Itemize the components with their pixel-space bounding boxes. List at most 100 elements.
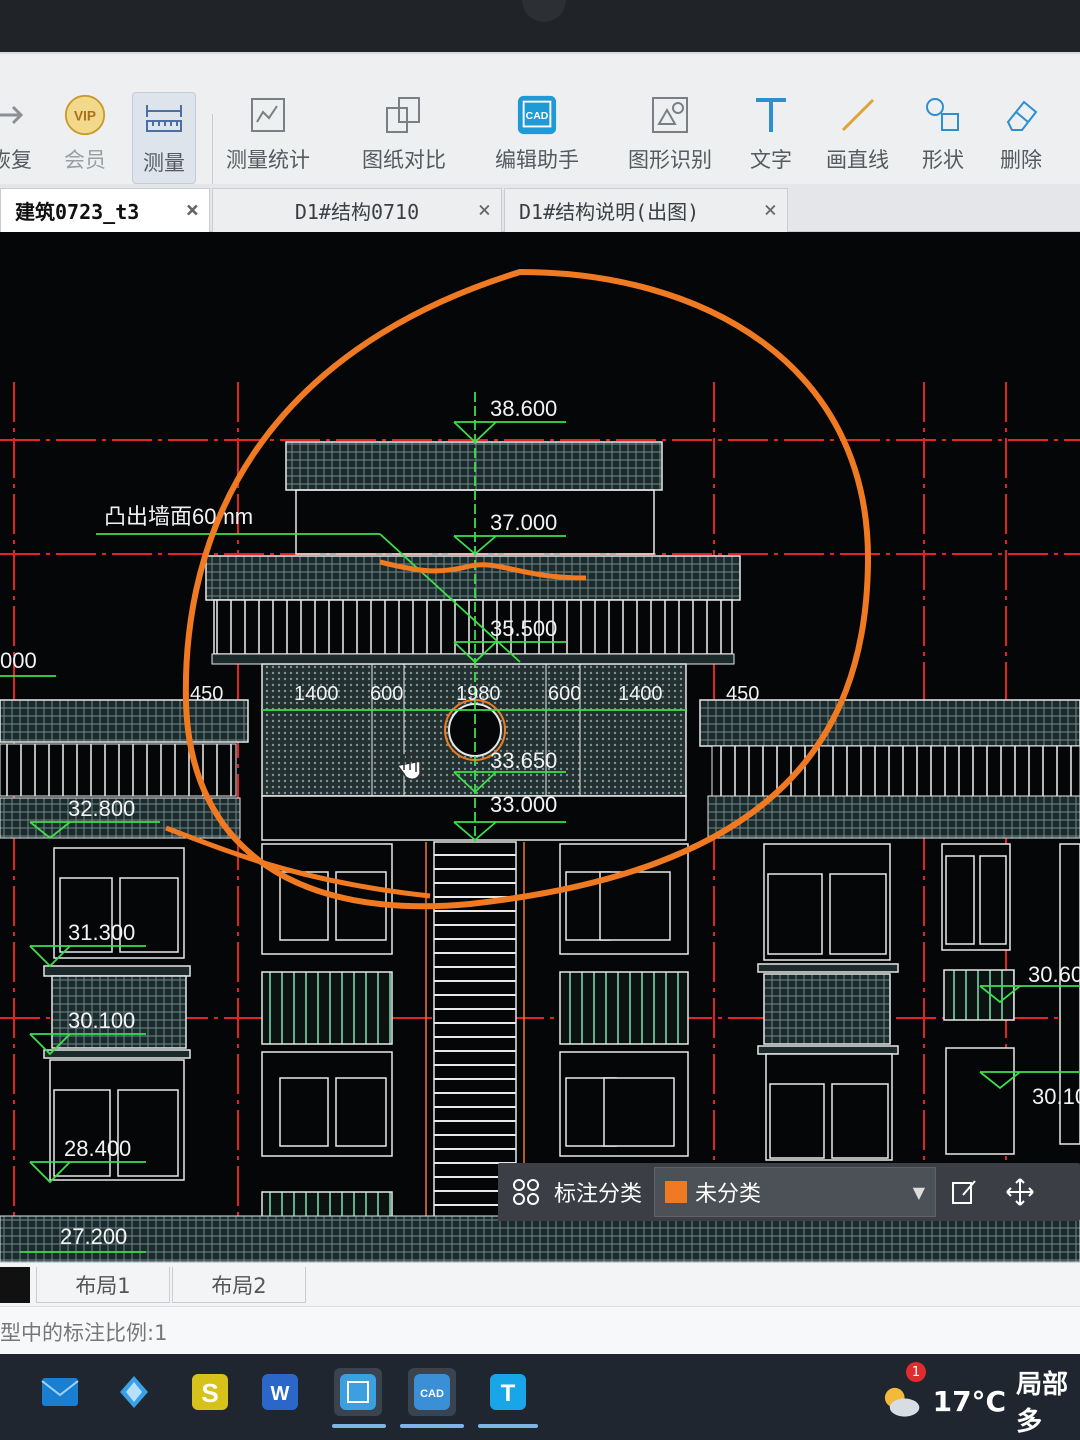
- wall-projection-note: 凸出墙面60mm: [104, 504, 253, 529]
- elevation-label: 33.000: [490, 792, 557, 817]
- svg-text:CAD: CAD: [420, 1388, 444, 1400]
- cad-app-icon[interactable]: CAD: [408, 1368, 456, 1416]
- layout-tabs: 布局1 布局2: [0, 1262, 1080, 1306]
- shape-recognition-button[interactable]: 图形识别: [628, 94, 712, 174]
- annotation-category-label: 标注分类: [554, 1182, 643, 1207]
- measure-button[interactable]: 测量: [132, 92, 196, 184]
- vip-icon: VIP: [64, 94, 106, 136]
- compare-button[interactable]: 图纸对比: [362, 94, 446, 174]
- toolbar-divider: [212, 114, 213, 194]
- edit-assistant-label: 编辑助手: [495, 148, 579, 172]
- redo-label: 恢复: [0, 148, 32, 172]
- tab-label: D1#结构说明(出图): [519, 200, 700, 224]
- vip-badge-text: VIP: [74, 108, 96, 123]
- compare-label: 图纸对比: [362, 148, 446, 172]
- spreadsheet-app-icon[interactable]: [334, 1368, 382, 1416]
- measure-stats-label: 测量统计: [226, 148, 310, 172]
- taskbar-active-indicator: [400, 1424, 464, 1428]
- drawing-canvas[interactable]: 38.600 37.000 35.500 33.650 33.000 32.80…: [0, 232, 1080, 1262]
- measure-stats-button[interactable]: 测量统计: [226, 94, 310, 174]
- elevation-label: 27.200: [60, 1224, 127, 1249]
- eraser-icon: [1000, 94, 1042, 136]
- elevation-label: 30.100: [1032, 1084, 1080, 1109]
- layout-tab-label: 布局1: [75, 1273, 131, 1298]
- weather-widget[interactable]: 17°C 局部多: [880, 1364, 1080, 1438]
- close-icon[interactable]: ×: [764, 198, 777, 223]
- compare-icon: [383, 94, 425, 136]
- measure-icon: [143, 97, 185, 139]
- os-taskbar: S W CAD T 1 17°C 局部多: [0, 1354, 1080, 1440]
- shape-recognition-label: 图形识别: [628, 148, 712, 172]
- measure-stats-icon: [247, 94, 289, 136]
- text-label: 文字: [750, 148, 792, 172]
- category-color-swatch: [665, 1181, 688, 1203]
- word-app-icon[interactable]: W: [256, 1368, 304, 1416]
- close-icon[interactable]: ×: [186, 198, 199, 223]
- layout-tab-label: 布局2: [211, 1273, 267, 1298]
- redo-icon: [0, 94, 32, 136]
- shape-recognition-icon: [649, 94, 691, 136]
- vip-label: 会员: [64, 148, 106, 172]
- elevation-drawing: 38.600 37.000 35.500 33.650 33.000 32.80…: [0, 268, 1080, 1262]
- svg-text:W: W: [271, 1383, 290, 1405]
- edit-annotation-button[interactable]: [936, 1177, 992, 1207]
- taskbar-active-indicator: [478, 1424, 538, 1428]
- shape-button[interactable]: 形状: [922, 94, 964, 174]
- elevation-label: 28.400: [64, 1136, 131, 1161]
- close-icon[interactable]: ×: [478, 198, 491, 223]
- elevation-label: 38.600: [490, 396, 557, 421]
- edit-assistant-button[interactable]: CAD 编辑助手: [495, 94, 579, 174]
- dimension-label: 450: [190, 683, 223, 705]
- dimension-label: 1400: [618, 683, 663, 705]
- document-tabs: 建筑0723_t3 × D1#结构0710 × D1#结构说明(出图) ×: [0, 184, 1080, 232]
- elevation-label: 30.100: [68, 1008, 135, 1033]
- tab-layout-1[interactable]: 布局1: [36, 1267, 170, 1303]
- draw-line-label: 画直线: [826, 148, 889, 172]
- model-tab[interactable]: [0, 1267, 30, 1303]
- edit-assistant-badge-text: CAD: [526, 110, 549, 122]
- elevation-label: 33.650: [490, 748, 557, 773]
- tab-architecture[interactable]: 建筑0723_t3 ×: [0, 188, 210, 232]
- roof-parapet: [285, 441, 663, 491]
- annotation-category-select[interactable]: 未分类 ▼: [654, 1167, 937, 1217]
- elevation-label: 37.000: [490, 510, 557, 535]
- svg-text:T: T: [501, 1380, 516, 1407]
- measure-label: 测量: [143, 151, 185, 175]
- draw-line-button[interactable]: 画直线: [826, 94, 889, 174]
- delete-button[interactable]: 删除: [1000, 94, 1042, 174]
- weather-icon: [884, 1387, 920, 1417]
- line-icon: [837, 94, 879, 136]
- delete-label: 删除: [1000, 148, 1042, 172]
- main-toolbar: 恢复 VIP 会员 测量 测量统计 图纸对比 CAD 编辑助手 图形识别 文字 …: [0, 52, 1080, 194]
- taskbar-active-indicator: [332, 1424, 386, 1428]
- copilot-app-icon[interactable]: [110, 1368, 158, 1416]
- roof-slab: [205, 555, 741, 601]
- dimension-label: 450: [726, 683, 759, 705]
- elevation-label: 000: [0, 648, 37, 673]
- tab-label: D1#结构0710: [294, 200, 420, 224]
- tab-structure[interactable]: D1#结构0710 ×: [212, 188, 502, 232]
- weather-temp: 17°C: [932, 1384, 1007, 1418]
- tab-layout-2[interactable]: 布局2: [172, 1267, 306, 1303]
- grid-icon[interactable]: [498, 1177, 554, 1207]
- elevation-label: 35.500: [490, 616, 557, 641]
- elevation-label: 30.600: [1028, 962, 1080, 987]
- dimension-label: 1400: [294, 683, 339, 705]
- command-status-bar: 型中的标注比例:1: [0, 1306, 1080, 1354]
- text-app-icon[interactable]: T: [484, 1368, 532, 1416]
- weather-desc: 局部多: [1016, 1370, 1069, 1437]
- selected-category: 未分类: [695, 1182, 762, 1207]
- status-text: 型中的标注比例:1: [0, 1321, 168, 1345]
- wps-app-icon[interactable]: S: [186, 1368, 234, 1416]
- annotation-toolbar: 标注分类 未分类 ▼: [498, 1163, 1080, 1221]
- redo-button[interactable]: 恢复: [0, 94, 32, 174]
- dimension-label: 1980: [456, 683, 501, 705]
- move-annotation-button[interactable]: [992, 1177, 1048, 1207]
- text-button[interactable]: 文字: [750, 94, 792, 174]
- mail-app-icon[interactable]: [36, 1368, 84, 1416]
- dimension-label: 600: [548, 683, 581, 705]
- edit-assistant-icon: CAD: [516, 94, 558, 136]
- tab-structure-notes[interactable]: D1#结构说明(出图) ×: [504, 188, 788, 232]
- vip-button[interactable]: VIP 会员: [64, 94, 106, 174]
- tab-label: 建筑0723_t3: [15, 200, 140, 224]
